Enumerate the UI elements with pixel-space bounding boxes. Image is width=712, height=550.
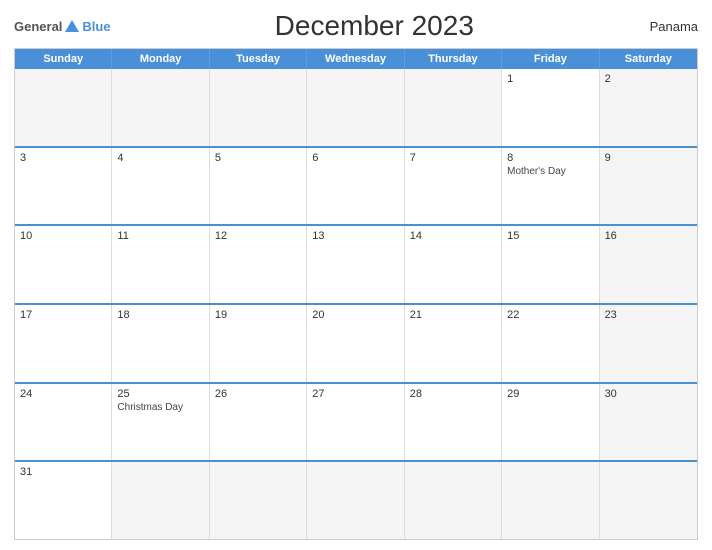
logo-blue-text: Blue [82,19,110,34]
day-number: 19 [215,309,301,321]
day-cell [405,69,502,146]
calendar-grid: Sunday Monday Tuesday Wednesday Thursday… [14,48,698,540]
day-number: 8 [507,152,593,164]
day-cell-16: 16 [600,226,697,303]
logo-triangle-icon [65,20,79,32]
day-number: 1 [507,73,593,85]
event-christmas-day: Christmas Day [117,402,203,413]
day-number: 14 [410,230,496,242]
day-cell-18: 18 [112,305,209,382]
day-number: 5 [215,152,301,164]
day-cell-29: 29 [502,384,599,461]
day-number: 12 [215,230,301,242]
day-cell [502,462,599,539]
day-cell-28: 28 [405,384,502,461]
day-number: 21 [410,309,496,321]
header-friday: Friday [502,49,599,69]
day-number: 9 [605,152,692,164]
day-number: 18 [117,309,203,321]
country-label: Panama [638,19,698,34]
day-cell-17: 17 [15,305,112,382]
day-cell-1: 1 [502,69,599,146]
header-thursday: Thursday [405,49,502,69]
event-mothers-day: Mother's Day [507,166,593,177]
header-monday: Monday [112,49,209,69]
day-cell-13: 13 [307,226,404,303]
header-tuesday: Tuesday [210,49,307,69]
day-number: 22 [507,309,593,321]
day-number: 15 [507,230,593,242]
day-number: 13 [312,230,398,242]
day-cell-30: 30 [600,384,697,461]
day-cell-8: 8 Mother's Day [502,148,599,225]
day-cell-11: 11 [112,226,209,303]
day-cell-5: 5 [210,148,307,225]
day-cell-21: 21 [405,305,502,382]
day-cell-6: 6 [307,148,404,225]
header-wednesday: Wednesday [307,49,404,69]
day-number: 30 [605,388,692,400]
day-number: 7 [410,152,496,164]
day-cell-22: 22 [502,305,599,382]
logo-general-text: General [14,19,62,34]
week-row-6: 31 [15,460,697,539]
day-number: 24 [20,388,106,400]
day-number: 17 [20,309,106,321]
day-number: 6 [312,152,398,164]
day-cell [600,462,697,539]
day-cell-14: 14 [405,226,502,303]
day-number: 10 [20,230,106,242]
day-number: 2 [605,73,692,85]
week-row-3: 10 11 12 13 14 15 16 [15,224,697,303]
day-cell [307,69,404,146]
header-sunday: Sunday [15,49,112,69]
day-cell-26: 26 [210,384,307,461]
day-cell-4: 4 [112,148,209,225]
day-number: 20 [312,309,398,321]
header-saturday: Saturday [600,49,697,69]
day-cell-12: 12 [210,226,307,303]
day-cell-2: 2 [600,69,697,146]
day-number: 23 [605,309,692,321]
day-cell-23: 23 [600,305,697,382]
day-cell-24: 24 [15,384,112,461]
week-row-4: 17 18 19 20 21 22 23 [15,303,697,382]
day-number: 28 [410,388,496,400]
week-row-5: 24 25 Christmas Day 26 27 28 29 [15,382,697,461]
week-row-2: 3 4 5 6 7 8 Mother's Day [15,146,697,225]
day-cell-20: 20 [307,305,404,382]
day-cell-10: 10 [15,226,112,303]
day-headers-row: Sunday Monday Tuesday Wednesday Thursday… [15,49,697,69]
day-number: 3 [20,152,106,164]
day-cell [307,462,404,539]
day-cell-15: 15 [502,226,599,303]
day-cell [210,462,307,539]
day-cell-9: 9 [600,148,697,225]
calendar-page: General Blue December 2023 Panama Sunday… [0,0,712,550]
day-number: 31 [20,466,106,478]
day-cell [405,462,502,539]
day-number: 29 [507,388,593,400]
calendar-title: December 2023 [111,10,638,42]
day-number: 4 [117,152,203,164]
day-number: 27 [312,388,398,400]
day-cell [210,69,307,146]
day-cell [112,69,209,146]
day-cell-27: 27 [307,384,404,461]
header: General Blue December 2023 Panama [14,10,698,42]
week-row-1: 1 2 [15,69,697,146]
day-cell [112,462,209,539]
day-cell-7: 7 [405,148,502,225]
logo: General Blue [14,19,111,34]
day-number: 11 [117,230,203,242]
day-cell-25: 25 Christmas Day [112,384,209,461]
day-number: 16 [605,230,692,242]
day-cell-31: 31 [15,462,112,539]
day-cell-3: 3 [15,148,112,225]
day-cell [15,69,112,146]
day-number: 26 [215,388,301,400]
day-number: 25 [117,388,203,400]
weeks-container: 1 2 3 4 5 6 [15,69,697,539]
day-cell-19: 19 [210,305,307,382]
